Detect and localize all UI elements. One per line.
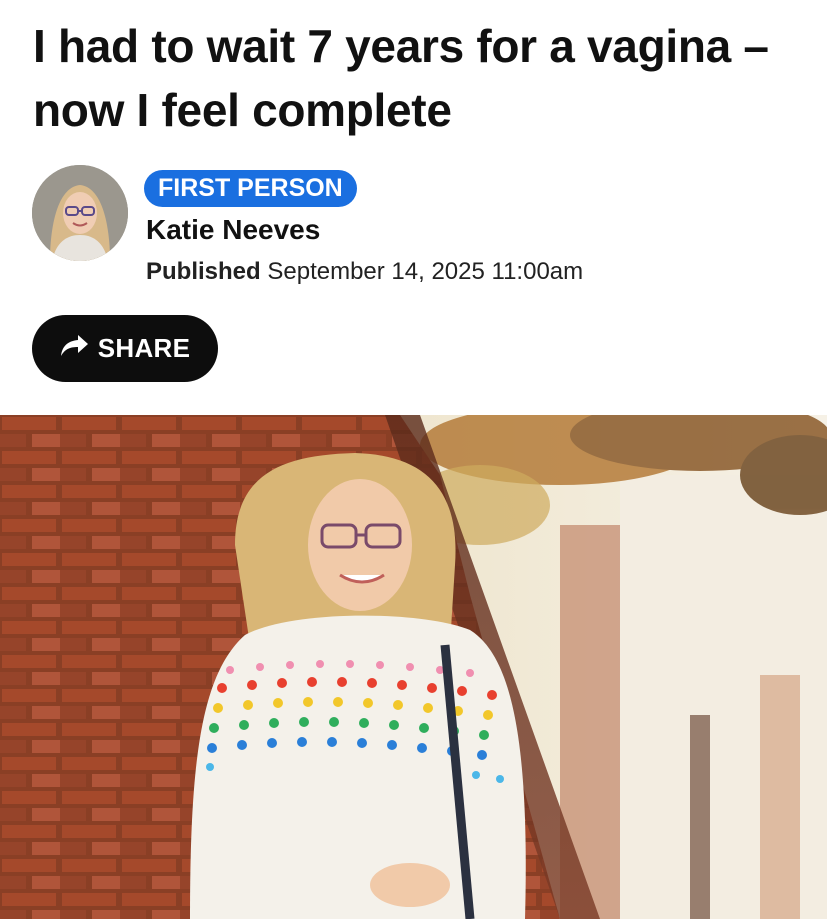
author-name[interactable]: Katie Neeves bbox=[146, 212, 320, 248]
article-headline: I had to wait 7 years for a vagina – now… bbox=[33, 20, 769, 136]
author-avatar[interactable] bbox=[32, 165, 128, 261]
author-avatar-photo bbox=[32, 165, 128, 261]
share-label: SHARE bbox=[97, 333, 191, 363]
hero-photo-illustration bbox=[0, 415, 827, 919]
published-line: Published September 14, 2025 11:00am bbox=[146, 256, 583, 288]
published-label: Published bbox=[146, 258, 261, 285]
hero-image bbox=[0, 415, 827, 919]
published-date: September 14, 2025 11:00am bbox=[267, 258, 584, 285]
share-arrow-icon bbox=[60, 333, 90, 364]
category-badge[interactable]: FIRST PERSON bbox=[144, 170, 357, 207]
share-button[interactable]: SHARE bbox=[32, 315, 218, 382]
